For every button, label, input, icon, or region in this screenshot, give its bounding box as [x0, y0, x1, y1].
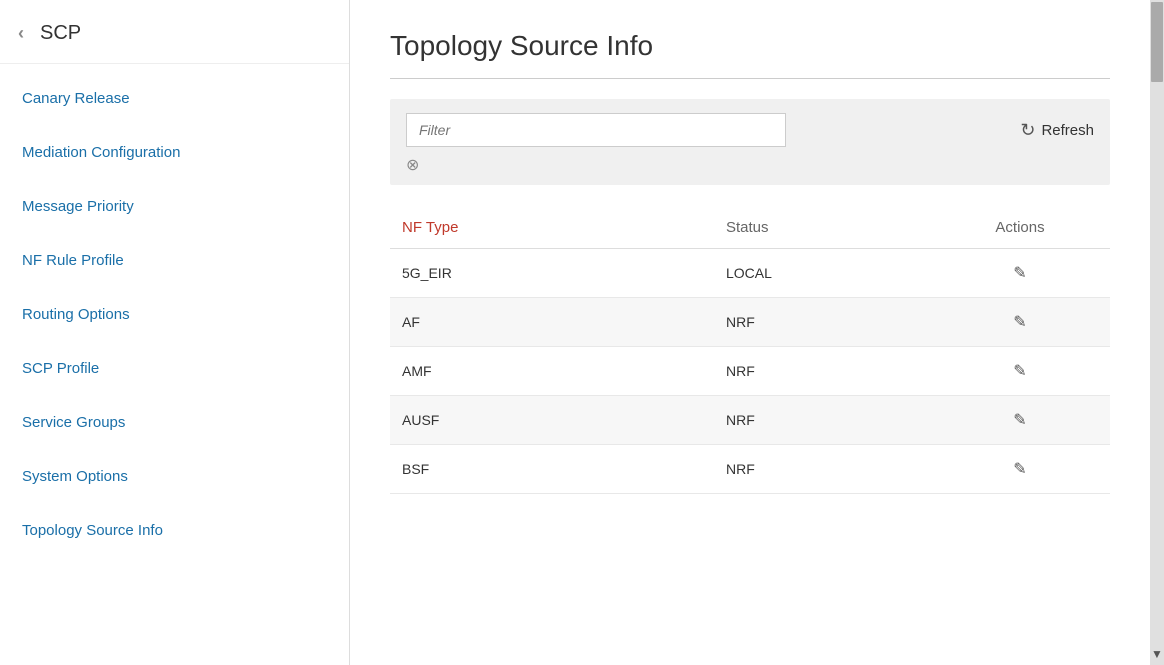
edit-icon[interactable]: ✎: [1013, 459, 1026, 479]
cell-nftype: AMF: [390, 347, 714, 396]
main-content: Topology Source Info ↻ Refresh ⊗ NF Type…: [350, 0, 1150, 665]
back-button[interactable]: ‹: [18, 23, 24, 44]
filter-input[interactable]: [406, 113, 786, 147]
cell-nftype: AUSF: [390, 396, 714, 445]
cell-actions: ✎: [930, 298, 1110, 347]
sidebar: ‹ SCP Canary ReleaseMediation Configurat…: [0, 0, 350, 665]
cell-actions: ✎: [930, 396, 1110, 445]
edit-icon[interactable]: ✎: [1013, 361, 1026, 381]
cell-status: NRF: [714, 298, 930, 347]
col-header-status: Status: [714, 209, 930, 249]
sidebar-item-topology-source-info[interactable]: Topology Source Info: [0, 504, 349, 558]
sidebar-item-system-options[interactable]: System Options: [0, 450, 349, 504]
title-divider: [390, 78, 1110, 79]
sidebar-item-nf-rule-profile[interactable]: NF Rule Profile: [0, 234, 349, 288]
sidebar-item-message-priority[interactable]: Message Priority: [0, 180, 349, 234]
sidebar-header: ‹ SCP: [0, 10, 349, 64]
edit-icon[interactable]: ✎: [1013, 410, 1026, 430]
cell-status: NRF: [714, 396, 930, 445]
table-header-row: NF Type Status Actions: [390, 209, 1110, 249]
sidebar-item-mediation-configuration[interactable]: Mediation Configuration: [0, 126, 349, 180]
clear-filter-icon[interactable]: ⊗: [406, 155, 1094, 175]
cell-actions: ✎: [930, 445, 1110, 494]
edit-icon[interactable]: ✎: [1013, 263, 1026, 283]
cell-actions: ✎: [930, 249, 1110, 298]
sidebar-title: SCP: [40, 22, 81, 45]
cell-nftype: AF: [390, 298, 714, 347]
table-header: NF Type Status Actions: [390, 209, 1110, 249]
refresh-icon: ↻: [1020, 120, 1035, 141]
refresh-label: Refresh: [1041, 122, 1094, 139]
filter-bar: ↻ Refresh ⊗: [390, 99, 1110, 185]
sidebar-nav: Canary ReleaseMediation ConfigurationMes…: [0, 64, 349, 566]
cell-status: LOCAL: [714, 249, 930, 298]
edit-icon[interactable]: ✎: [1013, 312, 1026, 332]
table-body: 5G_EIRLOCAL✎AFNRF✎AMFNRF✎AUSFNRF✎BSFNRF✎: [390, 249, 1110, 494]
col-header-actions: Actions: [930, 209, 1110, 249]
refresh-button[interactable]: ↻ Refresh: [1020, 120, 1094, 141]
main-area: Topology Source Info ↻ Refresh ⊗ NF Type…: [350, 0, 1164, 665]
cell-status: NRF: [714, 347, 930, 396]
col-header-nftype: NF Type: [390, 209, 714, 249]
scroll-down-arrow[interactable]: ▼: [1151, 647, 1163, 661]
data-table: NF Type Status Actions 5G_EIRLOCAL✎AFNRF…: [390, 209, 1110, 494]
cell-nftype: 5G_EIR: [390, 249, 714, 298]
table-row: AUSFNRF ✎: [390, 396, 1110, 445]
sidebar-item-service-groups[interactable]: Service Groups: [0, 396, 349, 450]
page-title: Topology Source Info: [390, 30, 1110, 62]
table-row: BSFNRF ✎: [390, 445, 1110, 494]
sidebar-item-canary-release[interactable]: Canary Release: [0, 72, 349, 126]
cell-status: NRF: [714, 445, 930, 494]
sidebar-item-scp-profile[interactable]: SCP Profile: [0, 342, 349, 396]
cell-actions: ✎: [930, 347, 1110, 396]
scrollbar-thumb[interactable]: [1151, 2, 1163, 82]
table-row: AFNRF ✎: [390, 298, 1110, 347]
cell-nftype: BSF: [390, 445, 714, 494]
sidebar-item-routing-options[interactable]: Routing Options: [0, 288, 349, 342]
scrollbar[interactable]: ▼: [1150, 0, 1164, 665]
filter-row: ↻ Refresh: [406, 113, 1094, 147]
table-row: AMFNRF ✎: [390, 347, 1110, 396]
table-row: 5G_EIRLOCAL ✎: [390, 249, 1110, 298]
